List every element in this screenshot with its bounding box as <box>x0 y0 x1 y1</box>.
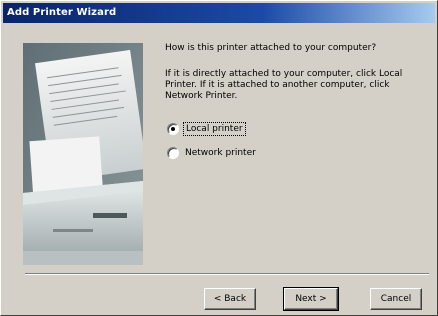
local-printer-label[interactable]: Local printer <box>183 122 246 136</box>
cancel-button[interactable]: Cancel <box>370 288 422 310</box>
back-button[interactable]: < Back <box>204 288 256 310</box>
printer-illustration-graphic <box>23 43 143 265</box>
separator <box>25 273 429 275</box>
local-printer-option[interactable]: Local printer <box>167 122 246 136</box>
printer-illustration <box>23 43 143 265</box>
network-printer-option[interactable]: Network printer <box>167 147 256 159</box>
info-text: If it is directly attached to your compu… <box>165 69 403 101</box>
add-printer-wizard-window: Add Printer Wizard How is this printer a… <box>0 0 438 316</box>
radio-selected-dot <box>171 127 175 131</box>
next-button[interactable]: Next > <box>283 287 339 311</box>
network-printer-label[interactable]: Network printer <box>185 148 256 158</box>
local-printer-radio[interactable] <box>167 123 179 135</box>
network-printer-radio[interactable] <box>167 147 179 159</box>
window-title[interactable]: Add Printer Wizard <box>3 3 435 23</box>
question-text: How is this printer attached to your com… <box>165 43 377 53</box>
